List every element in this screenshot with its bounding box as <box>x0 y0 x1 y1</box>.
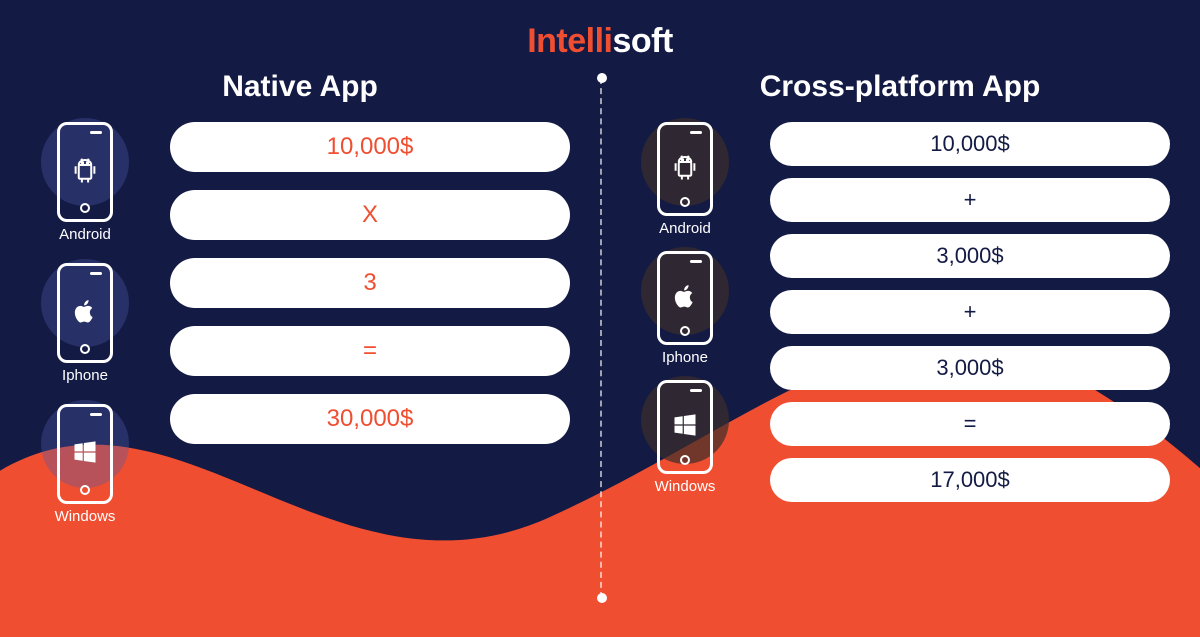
native-pills: 10,000$ X 3 = 30,000$ <box>170 122 570 444</box>
cross-pill-5: = <box>770 402 1170 446</box>
native-pill-3: = <box>170 326 570 376</box>
native-pill-4: 30,000$ <box>170 394 570 444</box>
device-android-r: Android <box>630 122 740 237</box>
cross-column: Cross-platform App <box>600 70 1200 610</box>
native-pill-0: 10,000$ <box>170 122 570 172</box>
cross-pill-2: 3,000$ <box>770 234 1170 278</box>
android-icon <box>70 153 100 192</box>
device-iphone: Iphone <box>30 263 140 384</box>
brand-logo: Intellisoft <box>527 22 673 61</box>
cross-pill-4: 3,000$ <box>770 346 1170 390</box>
native-devices: Android Iphone <box>30 122 140 525</box>
cross-pill-6: 17,000$ <box>770 458 1170 502</box>
windows-icon <box>71 438 99 471</box>
windows-icon <box>671 411 699 444</box>
device-windows: Windows <box>30 404 140 525</box>
center-divider <box>600 78 602 598</box>
cross-pill-3: + <box>770 290 1170 334</box>
cross-pills: 10,000$ + 3,000$ + 3,000$ = 17,000$ <box>770 122 1170 502</box>
apple-icon <box>672 281 698 316</box>
cross-pill-0: 10,000$ <box>770 122 1170 166</box>
native-title: Native App <box>222 70 378 104</box>
android-icon <box>670 150 700 189</box>
apple-icon <box>72 296 98 331</box>
cross-devices: Android Iphone <box>630 122 740 495</box>
cross-pill-1: + <box>770 178 1170 222</box>
device-android: Android <box>30 122 140 243</box>
native-pill-2: 3 <box>170 258 570 308</box>
native-pill-1: X <box>170 190 570 240</box>
native-column: Native App <box>0 70 600 610</box>
cross-title: Cross-platform App <box>760 70 1041 104</box>
device-windows-r: Windows <box>630 380 740 495</box>
device-iphone-r: Iphone <box>630 251 740 366</box>
